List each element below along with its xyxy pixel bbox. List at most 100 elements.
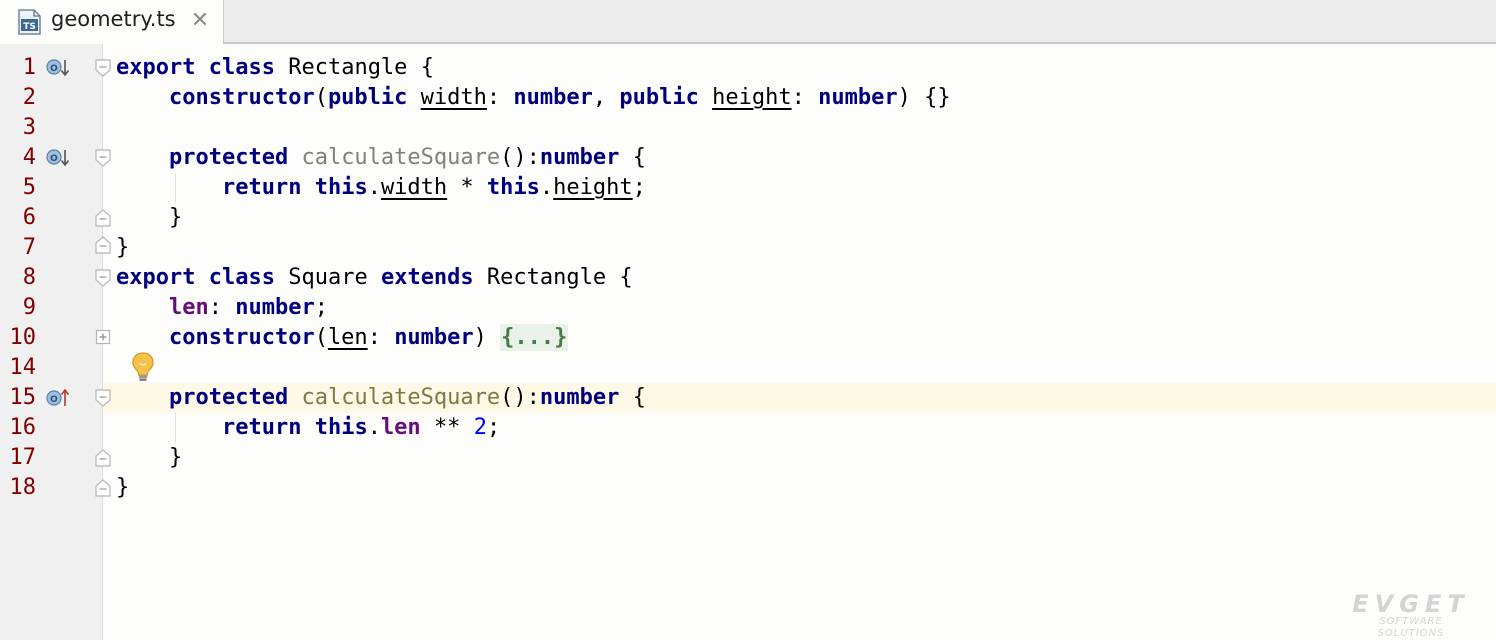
watermark-title: EVGET — [1352, 590, 1470, 618]
keyword: constructor — [168, 85, 315, 110]
code-line-8[interactable]: export class Square extends Rectangle { — [116, 263, 633, 293]
code-line-18[interactable]: } — [116, 473, 129, 503]
parameter: width — [420, 85, 487, 110]
line-number: 3 — [22, 115, 36, 140]
code-line-10[interactable]: constructor(len: number) {...} — [116, 323, 569, 353]
typescript-file-icon: TS — [18, 9, 41, 35]
brace: } — [168, 445, 183, 470]
dot: . — [367, 415, 381, 440]
paren: ( — [314, 325, 328, 350]
keyword: return — [221, 415, 302, 440]
colon: : — [791, 85, 805, 110]
code-line-17[interactable]: } — [116, 443, 182, 473]
folded-code-placeholder[interactable]: {...} — [500, 324, 569, 351]
line-number: 6 — [22, 205, 36, 230]
lightbulb-icon[interactable] — [130, 351, 156, 383]
watermark: EVGET SOFTWARE SOLUTIONS — [1346, 592, 1476, 640]
fold-start-icon[interactable] — [94, 388, 112, 408]
implemented-method-icon[interactable]: O — [45, 57, 71, 79]
svg-text:O: O — [50, 64, 58, 74]
class-name: Square — [288, 265, 368, 290]
keyword: this — [314, 415, 368, 440]
keyword: this — [486, 175, 540, 200]
fold-start-icon[interactable] — [94, 148, 112, 168]
line-number: 18 — [9, 475, 37, 500]
line-number: 16 — [9, 415, 37, 440]
brace: } — [116, 475, 130, 500]
overrides-method-icon[interactable]: O — [45, 387, 71, 409]
dot: . — [539, 175, 554, 200]
property: width — [380, 175, 448, 200]
code-line-9[interactable]: len: number; — [116, 293, 328, 323]
keyword: constructor — [168, 325, 315, 350]
semicolon: ; — [486, 415, 501, 440]
type: number — [539, 145, 620, 170]
semicolon: ; — [314, 295, 328, 320]
editor-gutter: 1 2 3 4 5 6 7 8 9 10 14 15 16 17 18 O O … — [0, 44, 103, 640]
code-line-5[interactable]: return this.width * this.height; — [116, 173, 646, 203]
line-number: 5 — [22, 175, 36, 200]
brace: } — [116, 235, 130, 260]
keyword: class — [208, 265, 275, 290]
close-tab-icon[interactable]: ✕ — [189, 8, 211, 34]
expand-fold-icon[interactable] — [95, 329, 111, 345]
code-line-2[interactable]: constructor(public width: number, public… — [116, 83, 951, 113]
operator: * — [460, 175, 474, 200]
operator: ** — [433, 415, 461, 440]
comma: , — [592, 85, 607, 110]
fold-start-icon[interactable] — [94, 268, 112, 288]
brace: { — [632, 385, 646, 410]
code-line-1[interactable]: export class Rectangle { — [116, 53, 434, 83]
keyword: extends — [380, 265, 474, 290]
fold-end-icon[interactable] — [94, 448, 112, 468]
implemented-method-icon[interactable]: O — [45, 147, 71, 169]
dot: . — [367, 175, 381, 200]
type: number — [394, 325, 474, 350]
fold-end-icon[interactable] — [94, 235, 112, 255]
code-text: (): — [500, 145, 540, 170]
code-editor[interactable]: export class Rectangle { constructor(pub… — [104, 44, 1496, 640]
svg-text:O: O — [50, 395, 58, 405]
svg-text:TS: TS — [23, 22, 36, 32]
line-number: 4 — [22, 145, 36, 170]
line-number: 7 — [22, 235, 36, 260]
keyword: class — [208, 55, 275, 80]
colon: : — [208, 295, 222, 320]
parameter: height — [712, 85, 792, 110]
type: number — [513, 85, 593, 110]
type: number — [818, 85, 898, 110]
fold-end-icon[interactable] — [94, 208, 112, 228]
brace: } — [168, 205, 183, 230]
tab-filename: geometry.ts — [51, 7, 176, 31]
colon: : — [486, 85, 501, 110]
code-line-15[interactable]: protected calculateSquare():number { — [116, 383, 646, 413]
number-literal: 2 — [473, 415, 487, 440]
code-line-4[interactable]: protected calculateSquare():number { — [116, 143, 646, 173]
property: height — [553, 175, 633, 200]
line-number: 2 — [22, 85, 36, 110]
class-name: Rectangle — [486, 265, 607, 290]
keyword: protected — [168, 385, 289, 410]
code-line-7[interactable]: } — [116, 233, 129, 263]
line-number: 10 — [9, 325, 37, 350]
keyword: export — [116, 55, 196, 80]
colon: : — [367, 325, 381, 350]
method-name: calculateSquare — [301, 145, 501, 170]
line-number: 15 — [9, 385, 37, 410]
code-text: (): — [500, 385, 540, 410]
brace: { — [420, 55, 434, 80]
fold-start-icon[interactable] — [94, 58, 112, 78]
semicolon: ; — [632, 175, 646, 200]
parameter: len — [327, 325, 368, 350]
code-text: ) {} — [897, 85, 951, 110]
tab-geometry-ts[interactable]: TS geometry.ts ✕ — [0, 0, 224, 44]
code-line-6[interactable]: } — [116, 203, 182, 233]
code-line-16[interactable]: return this.len ** 2; — [116, 413, 500, 443]
paren: ) — [473, 325, 487, 350]
field-name: len — [380, 415, 421, 440]
class-name: Rectangle — [288, 55, 408, 80]
brace: { — [632, 145, 646, 170]
fold-end-icon[interactable] — [94, 478, 112, 498]
keyword: protected — [168, 145, 289, 170]
line-number: 1 — [22, 55, 36, 80]
